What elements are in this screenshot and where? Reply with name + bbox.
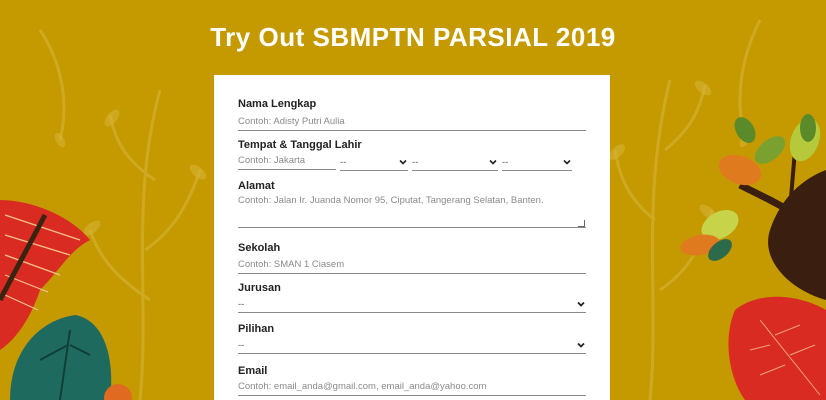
chevron-down-icon: [489, 159, 497, 165]
month-select[interactable]: --: [412, 153, 498, 171]
pilihan-select-value: --: [238, 340, 245, 351]
textarea-resize-handle[interactable]: [578, 220, 585, 227]
page-title: Try Out SBMPTN PARSIAL 2019: [210, 22, 616, 52]
alamat-textarea[interactable]: [238, 194, 586, 228]
jurusan-label: Jurusan: [238, 282, 281, 294]
email-label: Email: [238, 365, 268, 377]
chevron-down-icon: [577, 301, 585, 307]
sekolah-label: Sekolah: [238, 242, 281, 254]
tempat-lahir-input[interactable]: [238, 152, 336, 170]
year-select[interactable]: --: [502, 153, 572, 171]
ttl-label: Tempat & Tanggal Lahir: [238, 139, 362, 151]
nama-input[interactable]: [238, 113, 586, 131]
chevron-down-icon: [577, 342, 585, 348]
day-select-value: --: [340, 157, 347, 168]
chevron-down-icon: [563, 159, 571, 165]
year-select-value: --: [502, 157, 509, 168]
nama-label: Nama Lengkap: [238, 98, 317, 110]
registration-form: Nama Lengkap Tempat & Tanggal Lahir -- -…: [214, 75, 610, 400]
pilihan-label: Pilihan: [238, 323, 275, 335]
email-input[interactable]: [238, 378, 586, 396]
jurusan-select-value: --: [238, 299, 245, 310]
day-select[interactable]: --: [340, 153, 408, 171]
pilihan-select[interactable]: --: [238, 336, 586, 354]
sekolah-input[interactable]: [238, 256, 586, 274]
alamat-label: Alamat: [238, 180, 275, 192]
jurusan-select[interactable]: --: [238, 295, 586, 313]
month-select-value: --: [412, 157, 419, 168]
chevron-down-icon: [399, 159, 407, 165]
